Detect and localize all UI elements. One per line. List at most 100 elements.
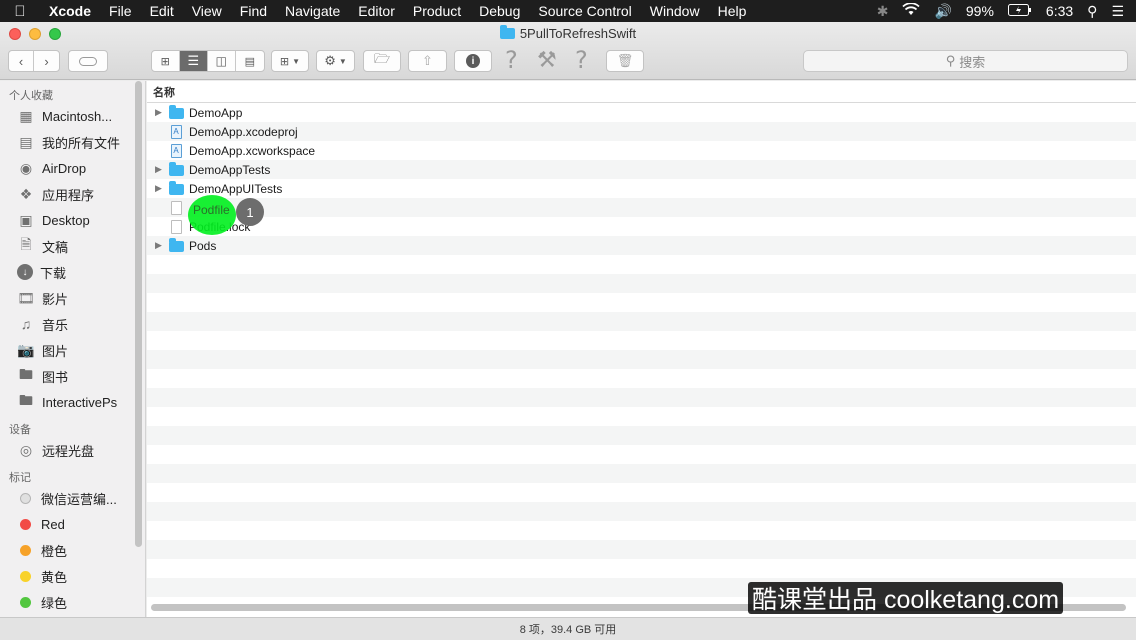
new-folder-button[interactable]: 🗁 xyxy=(363,50,401,72)
file-list: 名称 ▶ DemoApp A DemoApp.xcodeproj A DemoApp.… xyxy=(147,81,1136,617)
folder-icon: 🖿 xyxy=(19,366,33,382)
get-info-button[interactable]: i xyxy=(454,50,492,72)
folder-icon xyxy=(167,162,185,177)
tag-dot-icon xyxy=(20,492,31,504)
cover-flow-button[interactable]: ▤ xyxy=(236,51,264,71)
document-icon xyxy=(167,219,185,234)
unknown-toolbar-item-icon[interactable]: ? xyxy=(505,46,518,74)
empty-row xyxy=(147,274,1136,293)
sidebar-item-music[interactable]: ♫ 音乐 xyxy=(0,311,145,337)
tag-pill-button[interactable] xyxy=(68,50,108,72)
trash-button[interactable]: 🗑 xyxy=(606,50,644,72)
list-item[interactable]: ▶ DemoAppUITests xyxy=(147,179,1136,198)
folder-icon: 🖿 xyxy=(19,392,33,408)
xcworkspace-icon: A xyxy=(167,143,185,158)
sidebar-item-applications[interactable]: ❖ 应用程序 xyxy=(0,181,145,207)
trash-icon: 🗑 xyxy=(616,53,634,68)
menu-find[interactable]: Find xyxy=(231,3,276,19)
sidebar-item-tag[interactable]: 黄色 xyxy=(0,563,145,589)
sidebar-section-favorites: 个人收藏 xyxy=(9,90,53,102)
tag-icon xyxy=(79,56,97,66)
list-item[interactable]: ▶ Pods xyxy=(147,236,1136,255)
sidebar-item-documents[interactable]: 🗎 文稿 xyxy=(0,233,145,259)
arrange-button[interactable]: ⊞ ▼ xyxy=(271,50,309,72)
document-icon xyxy=(167,200,185,215)
sidebar-item-desktop[interactable]: ▣ Desktop xyxy=(0,207,145,233)
menu-navigate[interactable]: Navigate xyxy=(276,3,349,19)
menu-edit[interactable]: Edit xyxy=(141,3,183,19)
action-button[interactable]: ⚙ ▼ xyxy=(316,50,355,72)
sidebar-scrollbar[interactable] xyxy=(135,81,142,547)
menu-view[interactable]: View xyxy=(183,3,231,19)
sidebar-item-pictures[interactable]: 📷 图片 xyxy=(0,337,145,363)
sidebar-item-all-files[interactable]: ▤ 我的所有文件 xyxy=(0,129,145,155)
icon-view-button[interactable]: ⊞ xyxy=(152,51,180,71)
share-button[interactable]: ⇧ xyxy=(408,50,447,72)
battery-percent: 99% xyxy=(965,3,994,19)
disclosure-triangle-icon[interactable]: ▶ xyxy=(147,107,167,118)
apple-menu-icon[interactable]:  xyxy=(0,3,40,20)
list-view-button[interactable]: ☰ xyxy=(179,51,209,71)
menu-window[interactable]: Window xyxy=(641,3,709,19)
sidebar-item-movies[interactable]: 🎞 影片 xyxy=(0,285,145,311)
grid-icon: ⊞ xyxy=(279,55,290,68)
all-files-icon: ▤ xyxy=(19,133,33,150)
disclosure-triangle-icon[interactable]: ▶ xyxy=(147,164,167,175)
sidebar-item-label: InteractivePs xyxy=(42,394,118,410)
menu-file[interactable]: File xyxy=(100,3,141,19)
sidebar-item-books[interactable]: 🖿 图书 xyxy=(0,363,145,389)
folder-icon xyxy=(167,105,185,120)
sidebar-item-label: 图片 xyxy=(42,343,69,359)
battery-icon[interactable] xyxy=(1007,3,1032,19)
sidebar-item-label: 绿色 xyxy=(41,595,68,611)
forward-button[interactable]: › xyxy=(34,51,59,71)
list-item[interactable]: ▶ DemoAppTests xyxy=(147,160,1136,179)
sidebar-item-tag[interactable]: 橙色 xyxy=(0,537,145,563)
sidebar-item-interactiveps[interactable]: 🖿 InteractivePs xyxy=(0,389,145,415)
empty-row xyxy=(147,502,1136,521)
xcode-tool-icon[interactable]: ⚒ xyxy=(537,48,557,73)
sidebar-section-devices: 设备 xyxy=(9,424,31,436)
unknown-toolbar-item-icon[interactable]: ? xyxy=(575,46,588,74)
list-item[interactable]: A DemoApp.xcodeproj xyxy=(147,122,1136,141)
file-name: DemoAppUITests xyxy=(189,181,283,196)
list-item[interactable]: Podfile.lock xyxy=(147,217,1136,236)
column-view-button[interactable]: ◫ xyxy=(208,51,236,71)
menu-debug[interactable]: Debug xyxy=(470,3,529,19)
sidebar-item-airdrop[interactable]: ◉ AirDrop xyxy=(0,155,145,181)
menu-product[interactable]: Product xyxy=(404,3,470,19)
list-item[interactable] xyxy=(147,198,1136,217)
window-title-text: 5PullToRefreshSwift xyxy=(519,26,637,41)
menu-extras: ✱ 🔊 99% 6:33 ⚲ ☰ xyxy=(877,2,1136,20)
highlighted-file-name[interactable]: Podfile xyxy=(193,203,230,217)
search-input[interactable]: ⚲ 搜索 xyxy=(803,50,1128,72)
menu-xcode[interactable]: Xcode xyxy=(40,3,100,19)
sidebar-item-macintosh[interactable]: ▦ Macintosh... xyxy=(0,103,145,129)
search-icon: ⚲ xyxy=(945,53,956,68)
back-button[interactable]: ‹ xyxy=(9,51,35,71)
sidebar-item-tag[interactable]: 绿色 xyxy=(0,589,145,615)
sidebar-item-tag[interactable]: Red xyxy=(0,511,145,537)
wifi-icon[interactable] xyxy=(902,2,921,19)
sidebar-item-label: 我的所有文件 xyxy=(42,135,121,151)
menu-help[interactable]: Help xyxy=(709,3,756,19)
folder-icon xyxy=(499,25,515,39)
sidebar-item-downloads[interactable]: ↓ 下载 xyxy=(0,259,145,285)
file-name: DemoApp.xcworkspace xyxy=(189,143,316,158)
notification-center-icon[interactable]: ☰ xyxy=(1111,3,1124,20)
bluetooth-icon[interactable]: ✱ xyxy=(877,3,889,20)
sidebar-item-remote-disc[interactable]: ◎ 远程光盘 xyxy=(0,437,145,463)
search-placeholder: 搜索 xyxy=(959,54,986,70)
volume-icon[interactable]: 🔊 xyxy=(934,3,951,20)
disclosure-triangle-icon[interactable]: ▶ xyxy=(147,240,167,251)
list-item[interactable]: A DemoApp.xcworkspace xyxy=(147,141,1136,160)
clock[interactable]: 6:33 xyxy=(1046,3,1073,19)
disclosure-triangle-icon[interactable]: ▶ xyxy=(147,183,167,194)
list-item[interactable]: ▶ DemoApp xyxy=(147,103,1136,122)
menu-source-control[interactable]: Source Control xyxy=(529,3,640,19)
column-header-name[interactable]: 名称 xyxy=(147,81,1136,103)
applications-icon: ❖ xyxy=(19,185,33,202)
sidebar-item-tag[interactable]: 微信运营编... xyxy=(0,485,145,511)
spotlight-icon[interactable]: ⚲ xyxy=(1087,3,1097,20)
menu-editor[interactable]: Editor xyxy=(349,3,404,19)
